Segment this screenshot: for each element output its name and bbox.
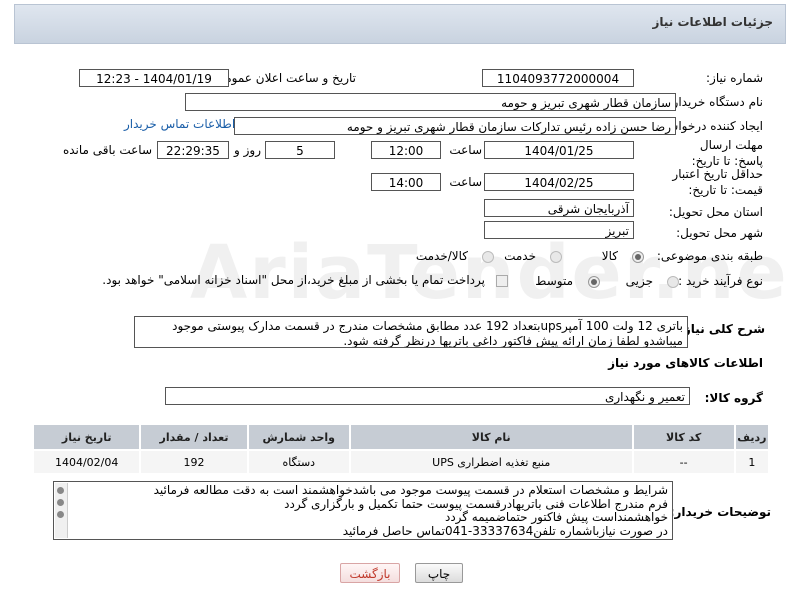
days-field: 5 xyxy=(265,141,335,159)
goods-group-field: تعمیر و نگهداری xyxy=(165,387,690,405)
province-label: استان محل تحویل: xyxy=(668,205,763,219)
scroll-dot-icon xyxy=(57,511,64,518)
goods-table-header: ردیف کد کالا نام کالا واحد شمارش تعداد /… xyxy=(31,423,771,451)
process-radio-minor[interactable] xyxy=(667,276,679,288)
validity-label: حداقل تاریخ اعتبار قیمت: تا تاریخ: xyxy=(672,167,763,197)
category-radio-goods-service[interactable] xyxy=(482,251,494,263)
page-title: جزئیات اطلاعات نیاز xyxy=(652,15,773,29)
creator-field: رضا حسن زاده رئیس تدارکات سازمان قطار شه… xyxy=(234,117,676,135)
col-unit: واحد شمارش xyxy=(246,423,351,451)
col-name: نام کالا xyxy=(348,423,634,451)
goods-group-label: گروه کالا: xyxy=(704,391,763,405)
buyer-org-field: سازمان قطار شهری تبریز و حومه xyxy=(185,93,676,111)
col-quantity: تعداد / مقدار xyxy=(139,423,249,451)
deadline-date-field: 1404/01/25 xyxy=(484,141,634,159)
buyer-notes-textarea[interactable]: شرایط و مشخصات استعلام در قسمت پیوست موج… xyxy=(53,481,673,540)
scrollbar[interactable] xyxy=(55,483,68,538)
process-label: نوع فرآیند خرید : xyxy=(678,274,763,288)
cell-unit: دستگاه xyxy=(246,449,351,475)
description-label: شرح کلی نیاز: xyxy=(679,322,765,336)
category-radio-goods[interactable] xyxy=(632,251,644,263)
validity-date-field: 1404/02/25 xyxy=(484,173,634,191)
process-option-minor: جزیی xyxy=(625,274,653,288)
province-field: آذربایجان شرقی xyxy=(484,199,634,217)
need-number-field: 1104093772000004 xyxy=(482,69,634,87)
validity-time-field: 14:00 xyxy=(371,173,441,191)
announce-label: تاریخ و ساعت اعلان عمومی: xyxy=(211,71,356,85)
category-radio-service[interactable] xyxy=(550,251,562,263)
description-textarea[interactable]: باتری 12 ولت 100 آمپرupsبتعداد 192 عدد م… xyxy=(134,316,688,348)
scroll-dot-icon xyxy=(57,487,64,494)
cell-quantity: 192 xyxy=(139,449,249,475)
deadline-label: مهلت ارسال پاسخ: تا تاریخ: xyxy=(691,138,763,168)
goods-section-title: اطلاعات کالاهای مورد نیاز xyxy=(608,356,763,370)
buyer-notes-label: توضیحات خریدار: xyxy=(669,505,771,519)
cell-name: منبع تغذیه اضطراری UPS xyxy=(348,449,634,475)
city-label: شهر محل تحویل: xyxy=(676,226,763,240)
buyer-note-line: خواهشمنداست پیش فاکتور حتماضمیمه گردد xyxy=(444,510,668,524)
cell-row: 1 xyxy=(733,449,771,475)
col-code: کد کالا xyxy=(631,423,736,451)
contact-buyer-link[interactable]: اطلاعات تماس خریدار xyxy=(124,117,235,131)
buyer-note-line: فرم مندرج اطلاعات فنی باتریهادرقسمت پیوس… xyxy=(284,496,668,511)
days-label: روز و xyxy=(234,143,261,157)
cell-code: -- xyxy=(631,449,736,475)
city-field: تبریز xyxy=(484,221,634,239)
buyer-org-label: نام دستگاه خریدار: xyxy=(668,95,764,109)
deadline-time-label: ساعت xyxy=(449,143,482,157)
cell-need-date: 1404/02/04 xyxy=(31,449,142,475)
need-number-label: شماره نیاز: xyxy=(706,71,763,85)
remaining-label: ساعت باقی مانده xyxy=(62,143,152,157)
category-label: طبقه بندی موضوعی: xyxy=(656,249,763,263)
col-need-date: تاریخ نیاز xyxy=(31,423,142,451)
col-row: ردیف xyxy=(733,423,771,451)
process-option-medium: متوسط xyxy=(535,274,573,288)
treasury-payment-note: پرداخت تمام یا بخشی از مبلغ خرید،از محل … xyxy=(102,273,485,287)
buyer-note-line: در صورت نیازباشماره تلفن33337634-041تماس… xyxy=(342,523,668,538)
category-option-goods: کالا xyxy=(601,249,618,263)
category-option-service: خدمت xyxy=(504,249,536,263)
header-bar: جزئیات اطلاعات نیاز xyxy=(14,4,786,44)
category-option-goods-service: کالا/خدمت xyxy=(415,249,468,263)
treasury-payment-checkbox[interactable] xyxy=(496,275,508,287)
scroll-dot-icon xyxy=(57,499,64,506)
table-row: 1 -- منبع تغذیه اضطراری UPS دستگاه 192 1… xyxy=(31,449,771,475)
print-button[interactable]: چاپ xyxy=(415,563,463,583)
goods-table: ردیف کد کالا نام کالا واحد شمارش تعداد /… xyxy=(31,423,771,475)
deadline-time-field: 12:00 xyxy=(371,141,441,159)
announce-field: 1404/01/19 - 12:23 xyxy=(79,69,229,87)
remaining-time-field: 22:29:35 xyxy=(157,141,229,159)
process-radio-medium[interactable] xyxy=(588,276,600,288)
back-button[interactable]: بازگشت xyxy=(340,563,400,583)
buyer-note-line: شرایط و مشخصات استعلام در قسمت پیوست موج… xyxy=(153,483,668,497)
validity-time-label: ساعت xyxy=(449,175,482,189)
